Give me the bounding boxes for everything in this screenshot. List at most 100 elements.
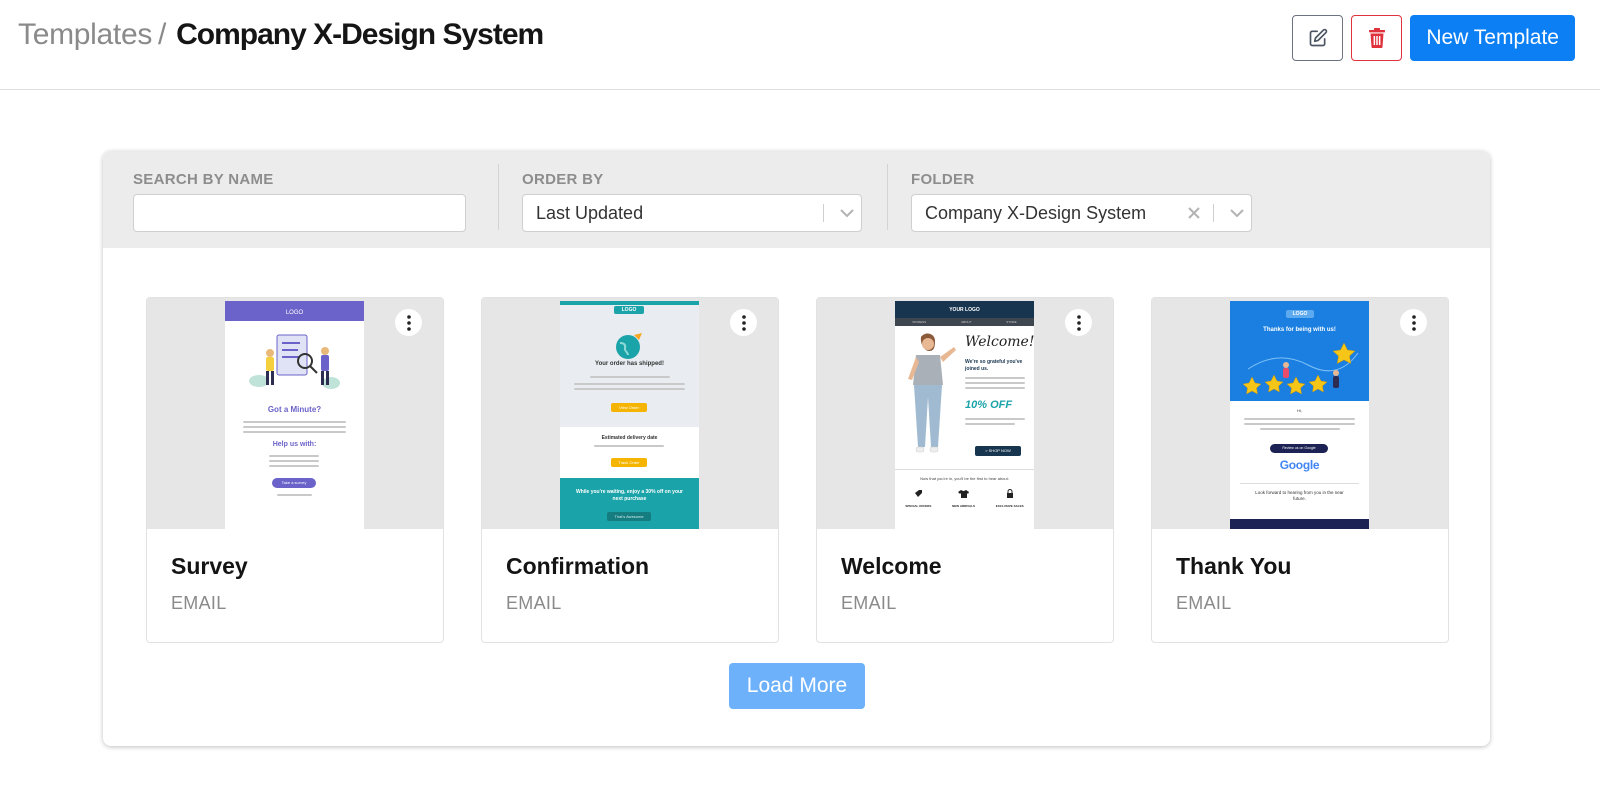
preview-survey-button: Take a survey <box>272 478 316 488</box>
template-type: EMAIL <box>506 593 562 613</box>
model-figure-icon <box>908 333 956 453</box>
preview-logo: LOGO <box>1286 310 1314 318</box>
preview-text-line <box>243 431 346 433</box>
preview-text-line <box>269 460 319 462</box>
template-type: EMAIL <box>1176 593 1232 613</box>
preview-feature-label: EXCLUSIVE SALES <box>995 504 1024 508</box>
order-by-value: Last Updated <box>536 202 644 223</box>
clear-icon[interactable] <box>1188 203 1200 224</box>
select-separator <box>1213 204 1214 222</box>
template-thumbnail[interactable]: LOGO Thanks for being with us! Hi, Revie… <box>1152 298 1448 529</box>
preview-feature: SPECIAL OFFERS <box>905 489 931 508</box>
more-vertical-icon <box>1076 314 1081 331</box>
page-header: Templates / Company X-Design System New … <box>0 0 1600 90</box>
preview-banner-section <box>560 478 699 529</box>
preview-text-line <box>1244 423 1355 425</box>
preview-text-line <box>594 445 664 447</box>
template-type: EMAIL <box>841 593 897 613</box>
preview-text-line <box>965 418 1025 420</box>
template-card-confirmation[interactable]: LOGO Your order has shipped! View Order … <box>481 297 779 643</box>
preview-feature: NEW ARRIVALS <box>952 489 975 508</box>
filter-divider <box>887 164 888 230</box>
template-name: Welcome <box>841 553 942 579</box>
preview-text-line <box>965 387 1025 389</box>
template-card-survey[interactable]: LOGO Got a Minute? Help us with: Take a … <box>146 297 444 643</box>
template-grid: LOGO Got a Minute? Help us with: Take a … <box>146 297 1449 643</box>
preview-logo: LOGO <box>614 306 644 314</box>
folder-label: FOLDER <box>911 171 975 188</box>
template-card-thank-you[interactable]: LOGO Thanks for being with us! Hi, Revie… <box>1151 297 1449 643</box>
tag-icon <box>914 490 922 497</box>
folder-select[interactable]: Company X-Design System <box>911 194 1252 232</box>
breadcrumb-templates-link[interactable]: Templates <box>18 18 152 52</box>
preview-text-line <box>269 465 319 467</box>
template-card-welcome[interactable]: YOUR LOGO WOMENS ABOUT STORE Welcome! We… <box>816 297 1114 643</box>
preview-text-line <box>590 376 670 378</box>
breadcrumb-separator: / <box>158 18 167 51</box>
edit-folder-button[interactable] <box>1292 15 1344 61</box>
template-thumbnail[interactable]: LOGO Your order has shipped! View Order … <box>482 298 778 529</box>
delete-folder-button[interactable] <box>1351 15 1403 61</box>
preview-nav-item: STORE <box>1006 320 1017 324</box>
more-vertical-icon <box>1411 314 1416 331</box>
preview-shop-now-button: > SHOP NOW <box>975 446 1021 456</box>
order-by-filter: ORDER BY Last Updated <box>522 171 862 232</box>
template-thumbnail[interactable]: LOGO Got a Minute? Help us with: Take a … <box>147 298 443 529</box>
preview-nav-item: ABOUT <box>961 320 972 324</box>
preview-logo: YOUR LOGO <box>949 307 980 313</box>
preview-greeting: Hi, <box>1297 408 1302 413</box>
card-menu-button[interactable] <box>730 309 757 336</box>
preview-text-line <box>269 455 319 457</box>
load-more-button[interactable]: Load More <box>729 663 865 709</box>
preview-text-line <box>965 377 1025 379</box>
preview-feature: EXCLUSIVE SALES <box>996 489 1024 508</box>
preview-logo: LOGO <box>285 310 304 316</box>
preview-review-button: Review us on Google <box>1270 444 1328 453</box>
preview-text-line <box>574 383 685 385</box>
breadcrumb: Templates / Company X-Design System <box>18 18 544 52</box>
globe-icon <box>616 333 642 359</box>
stars-illustration-icon <box>1242 342 1359 395</box>
card-menu-button[interactable] <box>1400 309 1427 336</box>
template-name: Survey <box>171 553 248 579</box>
preview-track-order-button: Track Order <box>611 458 647 467</box>
preview-footer-text: Now that you're in, you'll be the first … <box>920 476 1009 481</box>
preview-text-line <box>965 382 1025 384</box>
page-title: Company X-Design System <box>176 18 544 51</box>
welcome-email-preview: YOUR LOGO WOMENS ABOUT STORE Welcome! We… <box>895 301 1034 529</box>
preview-divider <box>1240 483 1359 484</box>
preview-text-line <box>243 421 346 423</box>
search-input[interactable] <box>133 194 466 232</box>
chevron-down-icon[interactable] <box>1223 208 1251 218</box>
preview-text-line <box>965 423 1015 425</box>
templates-panel: SEARCH BY NAME ORDER BY Last Updated FOL… <box>103 151 1490 746</box>
card-menu-button[interactable] <box>395 309 422 336</box>
preview-feature-label: SPECIAL OFFERS <box>905 504 932 508</box>
template-type: EMAIL <box>171 593 227 613</box>
preview-nav-item: WOMENS <box>912 320 927 324</box>
chevron-down-icon[interactable] <box>833 208 861 218</box>
preview-text-line <box>1244 418 1355 420</box>
preview-tagline: We're so grateful you've joined us. <box>965 359 1023 372</box>
header-actions: New Template <box>1292 15 1575 61</box>
folder-value: Company X-Design System <box>925 202 1147 223</box>
filter-divider <box>498 164 499 230</box>
folder-filter: FOLDER Company X-Design System <box>911 171 1252 232</box>
preview-header-bar <box>560 301 699 305</box>
template-name: Confirmation <box>506 553 650 579</box>
preview-closing: Look forward to hearing from you in the … <box>1255 490 1344 501</box>
preview-subheading: Help us with: <box>272 441 317 448</box>
confirmation-email-preview: LOGO Your order has shipped! View Order … <box>560 301 699 529</box>
preview-text-line <box>277 494 312 496</box>
more-vertical-icon <box>741 314 746 331</box>
search-filter: SEARCH BY NAME <box>133 171 466 232</box>
order-by-select[interactable]: Last Updated <box>522 194 862 232</box>
survey-email-preview: LOGO Got a Minute? Help us with: Take a … <box>225 301 364 529</box>
card-menu-button[interactable] <box>1065 309 1092 336</box>
preview-footer-bar <box>1230 519 1369 529</box>
new-template-button[interactable]: New Template <box>1410 15 1575 61</box>
preview-nav-bar: WOMENS ABOUT STORE <box>895 318 1034 326</box>
template-thumbnail[interactable]: YOUR LOGO WOMENS ABOUT STORE Welcome! We… <box>817 298 1113 529</box>
preview-text-line <box>574 388 685 390</box>
preview-heading: Got a Minute? <box>267 405 322 414</box>
